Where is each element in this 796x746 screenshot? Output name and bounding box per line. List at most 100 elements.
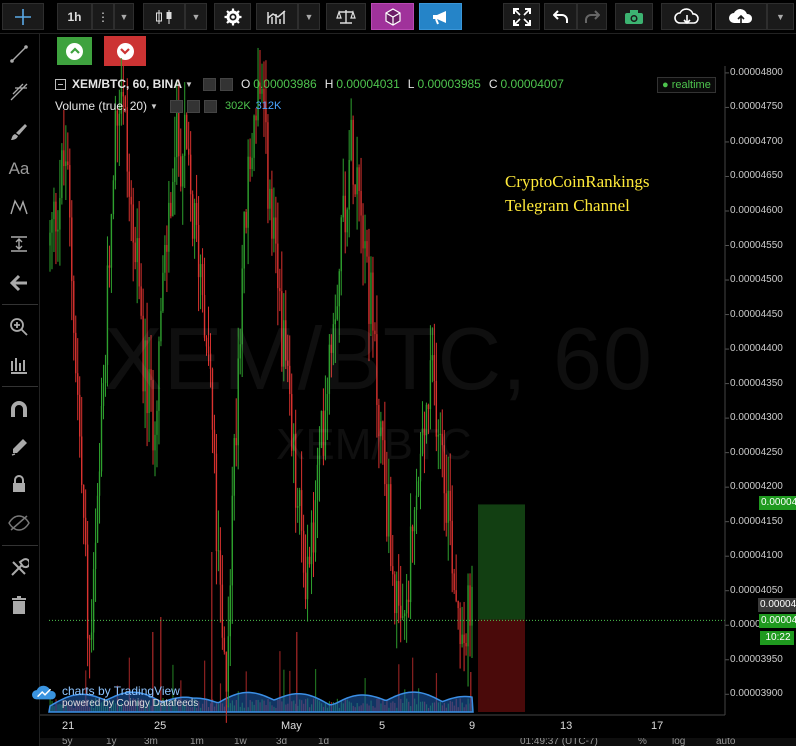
candle-body xyxy=(174,157,176,182)
candle-body xyxy=(346,209,348,233)
candle-body xyxy=(304,572,307,600)
range-button[interactable]: 3m xyxy=(144,738,158,746)
range-button[interactable]: % xyxy=(638,738,647,746)
candle-body xyxy=(187,148,190,155)
candle-body xyxy=(243,211,245,269)
candle-body xyxy=(469,585,471,626)
eye-icon[interactable] xyxy=(169,99,183,113)
open-value: 0.00003986 xyxy=(253,77,317,91)
candle-body xyxy=(275,217,277,244)
candle-body xyxy=(251,157,253,170)
candle-body xyxy=(449,490,451,521)
eye-icon[interactable] xyxy=(202,77,216,91)
range-button[interactable]: 5y xyxy=(62,738,73,746)
branding-line-2: powered by Coinigy Datafeeds xyxy=(62,698,199,709)
volume-title[interactable]: Volume (true, 20) xyxy=(55,99,147,113)
symbol-watermark: XEM/BTC, 60 xyxy=(104,309,653,408)
long-position-stop-zone[interactable] xyxy=(478,619,525,712)
time-axis-tick: 9 xyxy=(469,720,476,732)
candle-body xyxy=(463,634,465,643)
chevron-down-icon[interactable]: ▼ xyxy=(185,80,193,89)
candle-body xyxy=(73,281,75,333)
candle-body xyxy=(457,600,459,609)
price-axis-tick: 0.00004200 xyxy=(730,481,783,493)
candle-body xyxy=(132,204,134,243)
low-label: L xyxy=(407,77,415,91)
candle-body xyxy=(249,156,251,170)
candle-body xyxy=(352,119,354,185)
candle-body xyxy=(467,585,469,647)
candle-body xyxy=(197,224,200,278)
candle-body xyxy=(186,114,188,149)
candle-body xyxy=(92,569,95,633)
high-value: 0.00004031 xyxy=(336,77,400,91)
last-price-tag: 0.00004007 xyxy=(759,614,796,628)
price-axis-tick: 0.00004550 xyxy=(730,239,783,251)
candle-body xyxy=(267,122,269,209)
candle-body xyxy=(360,190,362,216)
candle-body xyxy=(340,217,342,272)
candle-body xyxy=(447,490,449,523)
candle-body xyxy=(417,481,420,496)
bottom-range-bar: 5y 1y 3m 1m 1w 3d 1d 01:49:37 (UTC-7)% log auto xyxy=(40,738,796,746)
candle-body xyxy=(411,526,414,532)
realtime-badge[interactable]: ● realtime xyxy=(657,77,716,93)
range-button[interactable]: 1w xyxy=(234,738,247,746)
candle-body xyxy=(358,167,360,191)
low-value: 0.00003985 xyxy=(417,77,481,91)
range-button[interactable]: 1d xyxy=(318,738,329,746)
tradingview-branding[interactable]: charts by TradingView powered by Coinigy… xyxy=(32,684,199,709)
candle-body xyxy=(394,574,396,614)
long-position-target-zone[interactable] xyxy=(478,504,525,620)
candle-body xyxy=(80,436,83,485)
candle-body xyxy=(386,484,388,537)
price-axis-tick: 0.00003950 xyxy=(730,653,783,665)
candle-body xyxy=(409,526,412,603)
price-axis-tick: 0.00004250 xyxy=(730,446,783,458)
gear-icon[interactable] xyxy=(186,99,200,113)
candle-body xyxy=(316,464,319,501)
bar-countdown-tag: 10:22 xyxy=(760,631,794,645)
candle-body xyxy=(65,161,67,167)
close-icon[interactable] xyxy=(203,99,217,113)
candle-body xyxy=(166,245,168,252)
candle-body xyxy=(176,107,178,158)
candle-body xyxy=(86,544,89,639)
candle-body xyxy=(298,490,301,507)
time-axis-tick: May xyxy=(281,720,302,732)
candle-body xyxy=(201,264,204,295)
collapse-legend-icon[interactable] xyxy=(55,78,66,90)
close-value: 0.00004007 xyxy=(500,77,564,91)
candle-body xyxy=(271,188,273,239)
target-price-tag: 0.00004175 xyxy=(759,496,796,510)
range-button[interactable]: 3d xyxy=(276,738,287,746)
price-axis-tick: 0.00004750 xyxy=(730,101,783,113)
range-button[interactable]: 01:49:37 (UTC-7) xyxy=(520,738,598,746)
candle-body xyxy=(269,188,271,209)
candle-body xyxy=(75,332,77,374)
price-axis-tick: 0.00004300 xyxy=(730,412,783,424)
candle-body xyxy=(312,522,315,553)
range-button[interactable]: log xyxy=(672,738,685,746)
candle-body xyxy=(128,171,130,197)
candle-body xyxy=(364,241,366,249)
candle-body xyxy=(415,495,418,510)
candle-body xyxy=(445,493,447,523)
candle-body xyxy=(98,471,101,496)
chevron-down-icon[interactable]: ▼ xyxy=(150,102,158,111)
range-button[interactable]: 1m xyxy=(190,738,204,746)
volume-ma-value: 312K xyxy=(255,100,282,112)
symbol-watermark-sub: XEM/BTC xyxy=(276,420,472,469)
grid-lines xyxy=(725,72,729,695)
candle-body xyxy=(199,264,202,278)
candle-body xyxy=(390,484,392,567)
gear-icon[interactable] xyxy=(219,77,233,91)
candle-body xyxy=(170,202,172,217)
price-axis-tick: 0.00004150 xyxy=(730,515,783,527)
range-button[interactable]: auto xyxy=(716,738,735,746)
candle-body xyxy=(308,556,311,565)
symbol-title[interactable]: XEM/BTC, 60, BINA xyxy=(72,77,182,91)
candle-body xyxy=(229,585,231,637)
range-button[interactable]: 1y xyxy=(106,738,117,746)
price-axis-tick: 0.00004100 xyxy=(730,550,783,562)
